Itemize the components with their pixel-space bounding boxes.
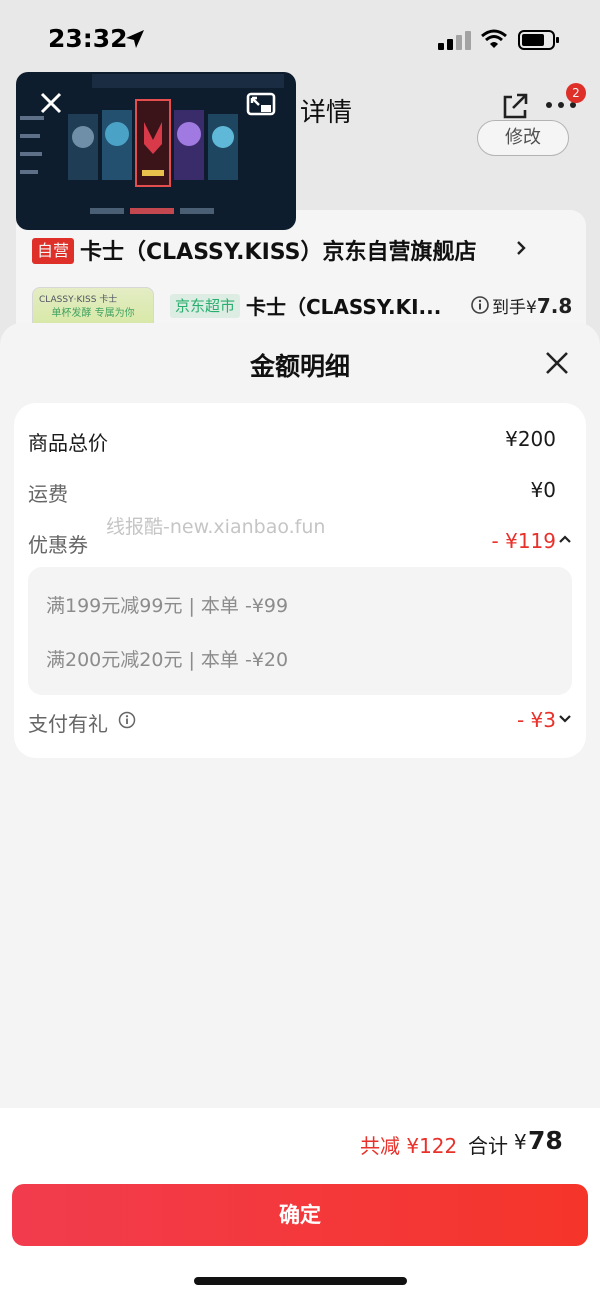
pip-video-window[interactable] [16,72,296,230]
pip-game-sidebar [20,116,44,174]
coupon-item: 满200元减20元 | 本单 -¥20 [46,649,289,671]
amount-detail-card: 商品总价 ¥200 运费 ¥0 优惠券 - ¥119 满199元减99元 | 本… [14,403,586,758]
info-icon[interactable] [118,711,136,729]
shipping-label: 运费 [28,482,68,506]
confirm-button[interactable]: 确定 [12,1184,588,1246]
sheet-title: 金额明细 [249,352,350,381]
close-icon[interactable] [544,350,570,376]
pay-gift-value[interactable]: - ¥3 [517,708,556,732]
goods-total-value: ¥200 [505,427,556,451]
chevron-up-icon[interactable] [558,534,572,544]
watermark-text: 线报酷-new.xianbao.fun [106,516,326,538]
goods-total-label: 商品总价 [28,431,108,455]
pip-expand-icon[interactable] [246,90,276,118]
coupon-item: 满199元减99元 | 本单 -¥99 [46,595,289,617]
total-label: 合计 [468,1134,508,1158]
pay-gift-label: 支付有礼 [28,712,108,736]
total-saved: 共减 ¥122 [360,1134,458,1158]
close-icon[interactable] [38,90,64,116]
home-indicator[interactable] [194,1277,407,1285]
chevron-down-icon[interactable] [558,714,572,724]
total-currency: ¥ [514,1130,527,1154]
pip-game-topbar [92,74,284,88]
pip-game-cards [68,99,238,214]
total-value: 78 [528,1126,563,1155]
coupon-value[interactable]: - ¥119 [492,529,556,553]
coupon-breakdown: 满199元减99元 | 本单 -¥99 满200元减20元 | 本单 -¥20 [28,567,572,695]
shipping-value: ¥0 [530,478,556,502]
coupon-label: 优惠券 [28,533,88,557]
